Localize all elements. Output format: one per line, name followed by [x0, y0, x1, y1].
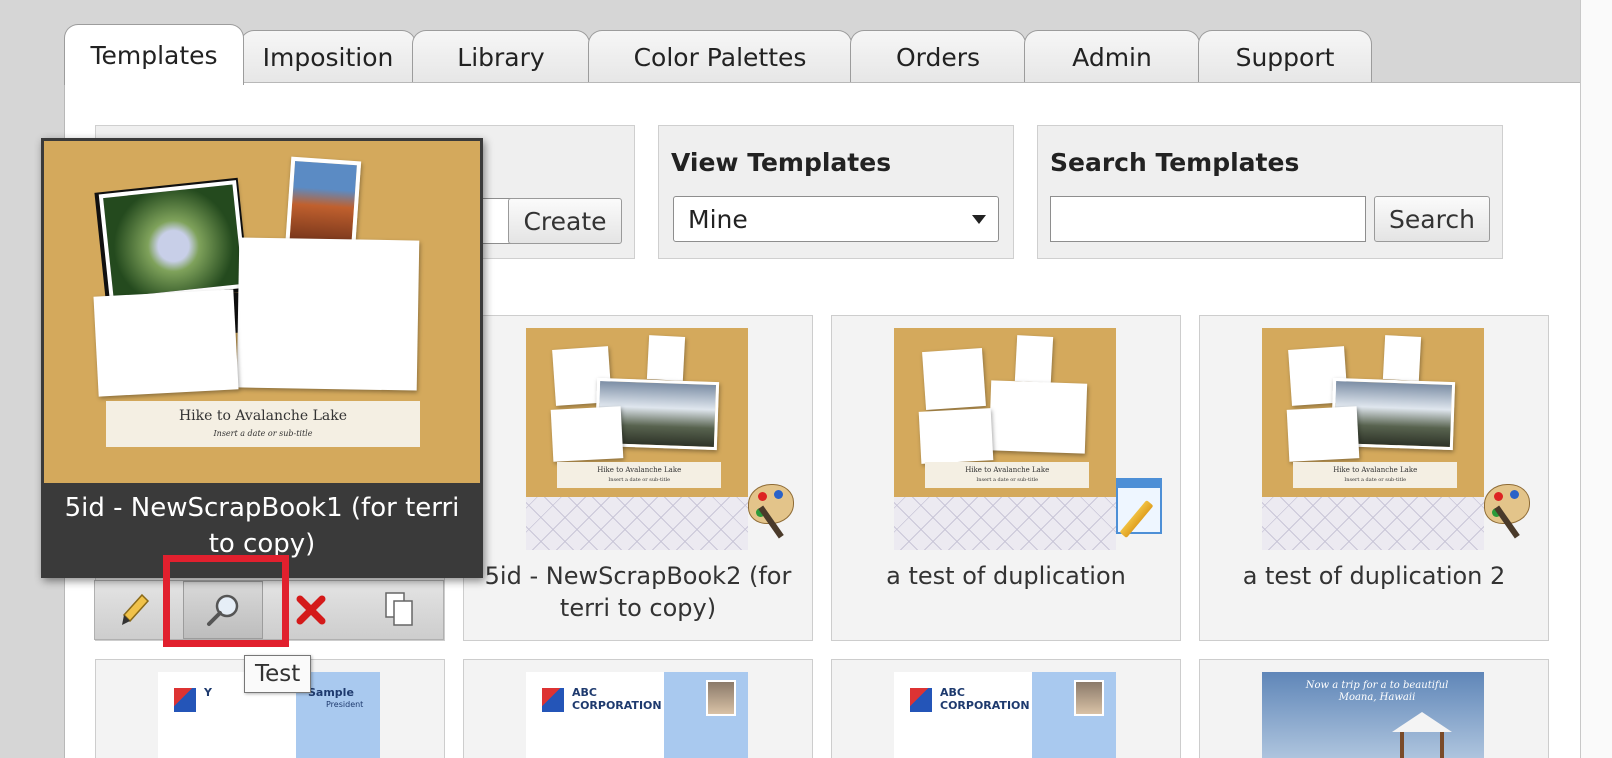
portrait-image	[706, 680, 736, 716]
view-templates-box: View Templates Mine	[658, 125, 1014, 259]
thumb-company: ABC CORPORATION	[940, 686, 1030, 712]
template-thumbnail[interactable]: Hike to Avalanche Lake Insert a date or …	[526, 328, 748, 550]
view-templates-selected: Mine	[688, 204, 748, 234]
scroll-gutter	[1580, 0, 1612, 758]
thumb-caption: Hike to Avalanche Lake	[1333, 466, 1418, 474]
thumb-subcaption: Insert a date or sub-title	[976, 477, 1039, 483]
create-button[interactable]: Create	[508, 198, 622, 244]
template-card[interactable]: Hike to Avalanche Lake Insert a date or …	[1199, 315, 1549, 641]
tab-orders[interactable]: Orders	[850, 30, 1026, 84]
company-logo-icon	[174, 688, 196, 712]
preview-caption: Hike to Avalanche Lake	[178, 408, 348, 424]
pencil-icon	[122, 593, 150, 625]
thumb-caption: Hike to Avalanche Lake	[965, 466, 1050, 474]
tab-support[interactable]: Support	[1198, 30, 1372, 84]
edit-button[interactable]	[95, 581, 175, 639]
tooltip: Test	[244, 655, 312, 693]
magnifier-icon	[207, 594, 239, 626]
chevron-down-icon	[972, 215, 986, 224]
thumb-caption: Now a trip for a to beautiful Moana, Haw…	[1305, 680, 1449, 703]
preview-subcaption: Insert a date or sub-title	[213, 429, 313, 438]
search-templates-heading: Search Templates	[1050, 148, 1300, 177]
company-logo-icon	[542, 688, 564, 712]
thumb-company: ABC CORPORATION	[572, 686, 662, 712]
portrait-image	[1074, 680, 1104, 716]
template-card[interactable]: Hike to Avalanche Lake Insert a date or …	[463, 315, 813, 641]
view-templates-select[interactable]: Mine	[673, 196, 999, 242]
thumb-subcaption: Insert a date or sub-title	[1344, 477, 1407, 483]
thumb-person-name: Sample	[308, 686, 354, 699]
template-name: a test of duplication 2	[1242, 562, 1506, 590]
edit-window-icon	[1116, 478, 1166, 538]
template-preview-popup: Hike to Avalanche Lake Insert a date or …	[41, 138, 483, 578]
flower-photo	[98, 180, 248, 302]
preview-image: Hike to Avalanche Lake Insert a date or …	[44, 141, 480, 483]
tab-library[interactable]: Library	[412, 30, 590, 84]
template-actions-bar	[94, 580, 444, 640]
search-button[interactable]: Search	[1374, 196, 1490, 242]
thumb-subcaption: Insert a date or sub-title	[608, 477, 671, 483]
template-card[interactable]: ABC CORPORATION	[831, 659, 1181, 758]
copy-button[interactable]	[359, 581, 439, 639]
thumb-company: Y	[204, 686, 212, 699]
template-card[interactable]: ABC CORPORATION	[463, 659, 813, 758]
delete-button[interactable]	[271, 581, 351, 639]
thumb-person-title: President	[326, 700, 364, 709]
company-logo-icon	[910, 688, 932, 712]
search-input[interactable]	[1050, 196, 1366, 242]
template-name: a test of duplication	[886, 562, 1126, 590]
tab-color-palettes[interactable]: Color Palettes	[588, 30, 852, 84]
template-thumbnail[interactable]: ABC CORPORATION	[894, 672, 1116, 758]
palette-icon	[746, 480, 798, 539]
template-thumbnail[interactable]: Hike to Avalanche Lake Insert a date or …	[894, 328, 1116, 550]
template-name: 5id - NewScrapBook2 (for terri to copy)	[484, 562, 792, 622]
view-templates-heading: View Templates	[671, 148, 892, 177]
template-card[interactable]: Hike to Avalanche Lake Insert a date or …	[831, 315, 1181, 641]
delete-x-icon	[296, 595, 326, 625]
palette-icon	[1482, 480, 1534, 539]
main-tabs: Templates Imposition Library Color Palet…	[64, 22, 1384, 85]
search-templates-box: Search Templates Search	[1037, 125, 1503, 259]
preview-title: 5id - NewScrapBook1 (for terri to copy)	[64, 493, 460, 559]
template-thumbnail[interactable]: Now a trip for a to beautiful Moana, Haw…	[1262, 672, 1484, 758]
template-card[interactable]: Now a trip for a to beautiful Moana, Haw…	[1199, 659, 1549, 758]
template-thumbnail[interactable]: Hike to Avalanche Lake Insert a date or …	[1262, 328, 1484, 550]
tab-admin[interactable]: Admin	[1024, 30, 1200, 84]
template-thumbnail[interactable]: ABC CORPORATION	[526, 672, 748, 758]
tab-templates[interactable]: Templates	[64, 24, 244, 85]
copy-icon	[385, 592, 413, 626]
tab-imposition[interactable]: Imposition	[240, 30, 416, 84]
test-button[interactable]	[183, 581, 263, 639]
thumb-caption: Hike to Avalanche Lake	[597, 466, 682, 474]
